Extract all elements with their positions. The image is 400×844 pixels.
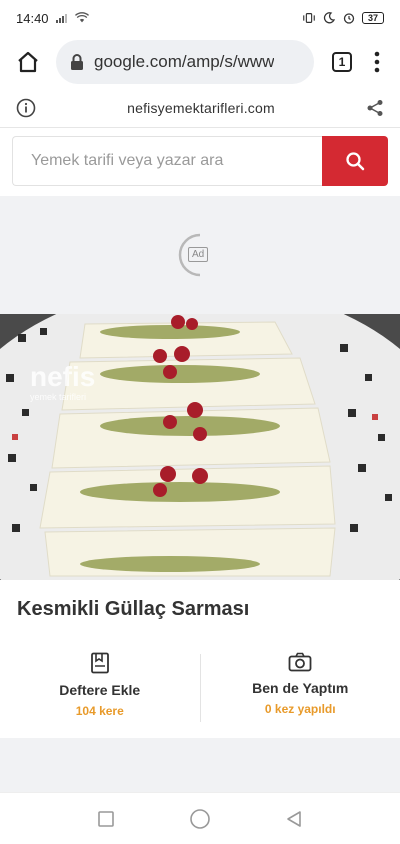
address-bar[interactable]: google.com/amp/s/www (56, 40, 314, 84)
ad-label: Ad (188, 247, 209, 262)
battery-icon: 37 (362, 12, 384, 24)
amp-header: nefisyemektarifleri.com (0, 88, 400, 128)
url-text: google.com/amp/s/www (94, 52, 275, 71)
watermark-main: nefis (30, 361, 95, 392)
signal-icon (55, 14, 67, 23)
i-made-it-count: 0 kez yapıldı (264, 702, 336, 716)
back-icon[interactable] (285, 810, 303, 828)
search-icon (346, 152, 365, 171)
ad-loader: Ad (176, 231, 224, 279)
lock-icon (71, 54, 83, 70)
overflow-menu-button[interactable] (362, 42, 392, 82)
i-made-it-button[interactable]: Ben de Yaptım 0 kez yapıldı (201, 644, 400, 736)
add-to-notebook-count: 104 kere (75, 704, 124, 718)
home-icon (18, 51, 38, 73)
search-bar (12, 136, 388, 186)
home-circle-icon[interactable] (189, 808, 211, 830)
recipe-title: Kesmikli Güllaç Sarması (17, 598, 250, 620)
browser-toolbar: google.com/amp/s/www 1 (0, 36, 400, 88)
status-time: 14:40 (16, 10, 49, 26)
search-button[interactable] (322, 136, 388, 186)
alarm-icon (343, 13, 355, 24)
search-input[interactable] (12, 136, 322, 186)
add-to-notebook-button[interactable]: Deftere Ekle 104 kere (0, 644, 200, 736)
ad-placeholder: Ad (0, 196, 400, 314)
home-button[interactable] (8, 42, 48, 82)
share-icon[interactable] (366, 99, 384, 117)
add-to-notebook-label: Deftere Ekle (59, 682, 141, 698)
vibrate-icon (303, 13, 315, 23)
content-separator (0, 738, 400, 792)
info-icon[interactable] (16, 98, 36, 118)
watermark-sub: yemek tarifleri (30, 392, 86, 402)
tab-count: 1 (332, 52, 352, 72)
status-bar: 14:40 37 (0, 0, 400, 36)
status-left: 14:40 (16, 11, 89, 26)
i-made-it-label: Ben de Yaptım (252, 680, 349, 696)
recipe-actions: Deftere Ekle 104 kere Ben de Yaptım 0 ke… (0, 644, 400, 736)
camera-icon (288, 652, 312, 672)
system-nav-bar (0, 792, 400, 844)
recents-icon[interactable] (97, 810, 115, 828)
notebook-icon (90, 652, 109, 674)
wifi-icon (74, 12, 89, 23)
recipe-photo: nefis yemek tarifleri (0, 314, 400, 580)
tab-switcher-button[interactable]: 1 (322, 42, 362, 82)
recipe-image[interactable]: nefis yemek tarifleri (0, 314, 400, 580)
moon-icon (323, 12, 336, 24)
more-vertical-icon (374, 51, 380, 73)
status-right: 37 (302, 12, 384, 24)
amp-domain: nefisyemektarifleri.com (127, 99, 275, 116)
